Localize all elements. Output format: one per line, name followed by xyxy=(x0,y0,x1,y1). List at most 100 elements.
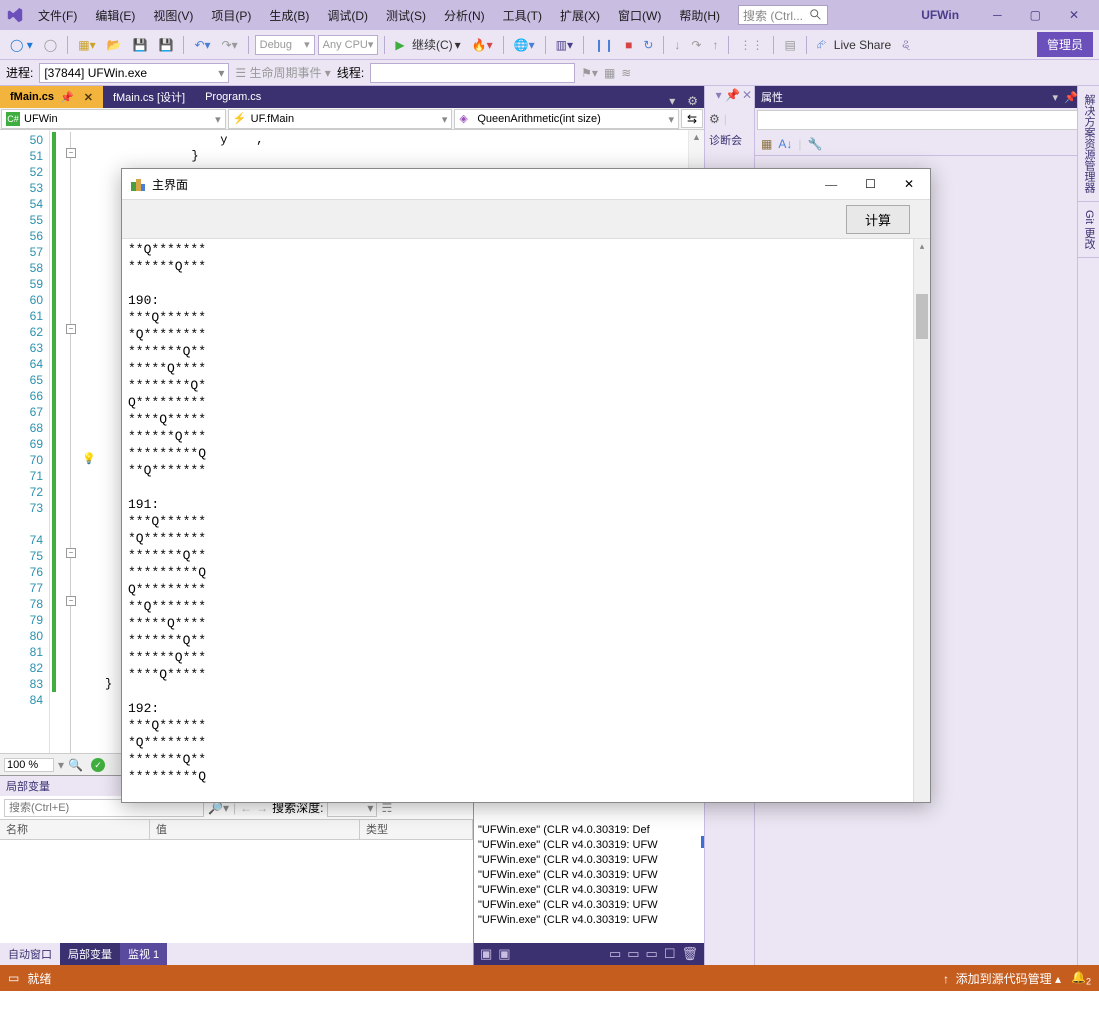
redo-button[interactable]: ↷▾ xyxy=(218,36,242,54)
col-value[interactable]: 值 xyxy=(150,820,360,839)
ft-icon[interactable]: ▭ xyxy=(609,946,621,962)
more-button[interactable]: ≋ xyxy=(621,66,631,80)
dialog-scrollbar[interactable]: ▴ xyxy=(913,239,930,802)
notifications-button[interactable]: 🔔2 xyxy=(1071,970,1091,986)
dialog-close[interactable]: ✕ xyxy=(896,175,922,194)
feedback-button[interactable]: ୡ xyxy=(898,35,914,54)
close-icon[interactable]: ✕ xyxy=(84,91,93,104)
maximize-button[interactable]: ▢ xyxy=(1020,4,1051,26)
fold-icon[interactable]: − xyxy=(66,148,76,158)
menu-window[interactable]: 窗口(W) xyxy=(610,4,669,27)
layout-button[interactable]: ▥▾ xyxy=(552,36,577,54)
menu-tools[interactable]: 工具(T) xyxy=(495,4,550,27)
fold-icon[interactable]: − xyxy=(66,596,76,606)
platform-dropdown[interactable]: Any CPU▾ xyxy=(318,35,379,55)
pause-button[interactable]: ❙❙ xyxy=(590,36,618,54)
tab-fmain-design[interactable]: fMain.cs [设计] xyxy=(103,86,195,108)
split-button[interactable]: ⇆ xyxy=(681,109,703,128)
ft-icon[interactable]: ▣ xyxy=(480,946,492,962)
class-select[interactable]: ⚡UF.fMain▾ xyxy=(228,109,453,129)
scroll-thumb[interactable] xyxy=(916,294,928,339)
sidetab-git[interactable]: Git 更改 xyxy=(1078,202,1099,258)
ft-icon[interactable]: ☐ xyxy=(664,946,676,962)
menu-view[interactable]: 视图(V) xyxy=(145,4,201,27)
dialog-minimize[interactable]: — xyxy=(817,175,845,194)
split-horizontal-icon[interactable]: ▲ xyxy=(689,130,704,144)
menu-project[interactable]: 项目(P) xyxy=(203,4,259,27)
breakpoints-button[interactable]: ⋮⋮ xyxy=(735,36,767,54)
gear-icon[interactable]: ⚙ xyxy=(709,112,720,126)
dialog-output[interactable]: **Q******* ******Q*** 190: ***Q****** *Q… xyxy=(122,239,913,802)
continue-button[interactable]: ▶ 继续(C)▾ xyxy=(391,34,464,55)
dialog-maximize[interactable]: ☐ xyxy=(857,175,884,194)
ft-icon[interactable]: ▭ xyxy=(627,946,639,962)
find-icon[interactable]: 🔍 xyxy=(68,758,83,772)
props-object-select[interactable]: ▾ xyxy=(757,110,1097,130)
sort-icon[interactable]: A↓ xyxy=(778,137,792,151)
categorize-icon[interactable]: ▦ xyxy=(761,137,772,151)
tab-preview-button[interactable]: ▾ xyxy=(663,94,681,108)
source-control-button[interactable]: ↑ 添加到源代码管理 ▴ xyxy=(943,970,1061,987)
tab-program-cs[interactable]: Program.cs xyxy=(195,86,271,108)
scroll-up-icon[interactable]: ▴ xyxy=(914,239,930,252)
close-icon[interactable]: ✕ xyxy=(742,88,752,106)
menu-edit[interactable]: 编辑(E) xyxy=(87,4,143,27)
tb-more1[interactable]: ▤ xyxy=(780,36,799,54)
back-button[interactable]: ◯ ▾ xyxy=(6,36,37,54)
fold-icon[interactable]: − xyxy=(66,548,76,558)
zoom-select[interactable] xyxy=(4,758,54,772)
ft-icon[interactable]: 🗑 xyxy=(681,946,698,962)
undo-button[interactable]: ↶▾ xyxy=(190,36,214,54)
restart-button[interactable]: ↻ xyxy=(639,36,657,54)
open-button[interactable]: 📂 xyxy=(103,36,126,54)
pin-icon[interactable]: 📌 xyxy=(60,91,74,104)
menu-test[interactable]: 测试(S) xyxy=(378,4,434,27)
col-name[interactable]: 名称 xyxy=(0,820,150,839)
pin-icon[interactable]: ▾ 📌 xyxy=(716,88,740,106)
save-button[interactable]: 💾 xyxy=(129,36,152,54)
step-into-button[interactable]: ↓ xyxy=(670,36,684,54)
project-select[interactable]: C#UFWin▾ xyxy=(1,109,226,129)
search-box[interactable]: 搜索 (Ctrl... xyxy=(738,5,828,25)
close-button[interactable]: ✕ xyxy=(1059,4,1089,26)
menu-help[interactable]: 帮助(H) xyxy=(671,4,728,27)
menu-ext[interactable]: 扩展(X) xyxy=(552,4,608,27)
liveshare-button[interactable]: ⮳ Live Share xyxy=(813,35,895,54)
menu-build[interactable]: 生成(B) xyxy=(261,4,317,27)
thread-dropdown[interactable] xyxy=(370,63,575,83)
tab-autos[interactable]: 自动窗口 xyxy=(0,943,60,965)
ft-icon[interactable]: ▣ xyxy=(498,946,510,962)
lightbulb-icon[interactable]: 💡 xyxy=(82,452,96,465)
config-dropdown[interactable]: Debug▾ xyxy=(255,35,315,55)
pin-icon[interactable]: 📌 xyxy=(1064,91,1078,104)
sidetab-solution[interactable]: 解决方案资源管理器 xyxy=(1078,86,1099,202)
col-type[interactable]: 类型 xyxy=(360,820,473,839)
stop-button[interactable]: ■ xyxy=(621,36,636,54)
fwd-button[interactable]: ◯ xyxy=(40,36,61,54)
hot-reload-button[interactable]: 🔥▾ xyxy=(468,36,497,54)
process-dropdown[interactable]: [37844] UFWin.exe▾ xyxy=(39,63,229,83)
step-over-button[interactable]: ↷ xyxy=(687,36,705,54)
wrench-icon[interactable]: 🔧 xyxy=(807,137,822,151)
fold-icon[interactable]: − xyxy=(66,324,76,334)
calculate-button[interactable]: 计算 xyxy=(846,205,910,234)
menu-debug[interactable]: 调试(D) xyxy=(319,4,376,27)
tab-fmain-cs[interactable]: fMain.cs📌✕ xyxy=(0,86,103,108)
tab-watch[interactable]: 监视 1 xyxy=(120,943,167,965)
tab-options-icon[interactable]: ⚙ xyxy=(681,94,704,108)
new-button[interactable]: ▦▾ xyxy=(74,36,99,54)
minimize-button[interactable]: ─ xyxy=(983,4,1012,26)
menu-analyze[interactable]: 分析(N) xyxy=(436,4,493,27)
lifecycle-button[interactable]: ☰ 生命周期事件 ▾ xyxy=(235,64,330,81)
saveall-button[interactable]: 💾 xyxy=(155,36,178,54)
dialog-titlebar[interactable]: 主界面 — ☐ ✕ xyxy=(122,169,930,199)
flag-button[interactable]: ⚑▾ xyxy=(581,66,598,80)
output-icon[interactable]: ▭ xyxy=(8,971,19,985)
member-select[interactable]: ◈QueenArithmetic(int size)▾ xyxy=(454,109,679,129)
stack-button[interactable]: ▦ xyxy=(604,66,615,80)
browser-button[interactable]: 🌐▾ xyxy=(510,36,539,54)
dropdown-icon[interactable]: ▾ xyxy=(1053,91,1059,104)
ft-icon[interactable]: ▭ xyxy=(646,946,658,962)
step-out-button[interactable]: ↑ xyxy=(708,36,722,54)
menu-file[interactable]: 文件(F) xyxy=(30,4,85,27)
